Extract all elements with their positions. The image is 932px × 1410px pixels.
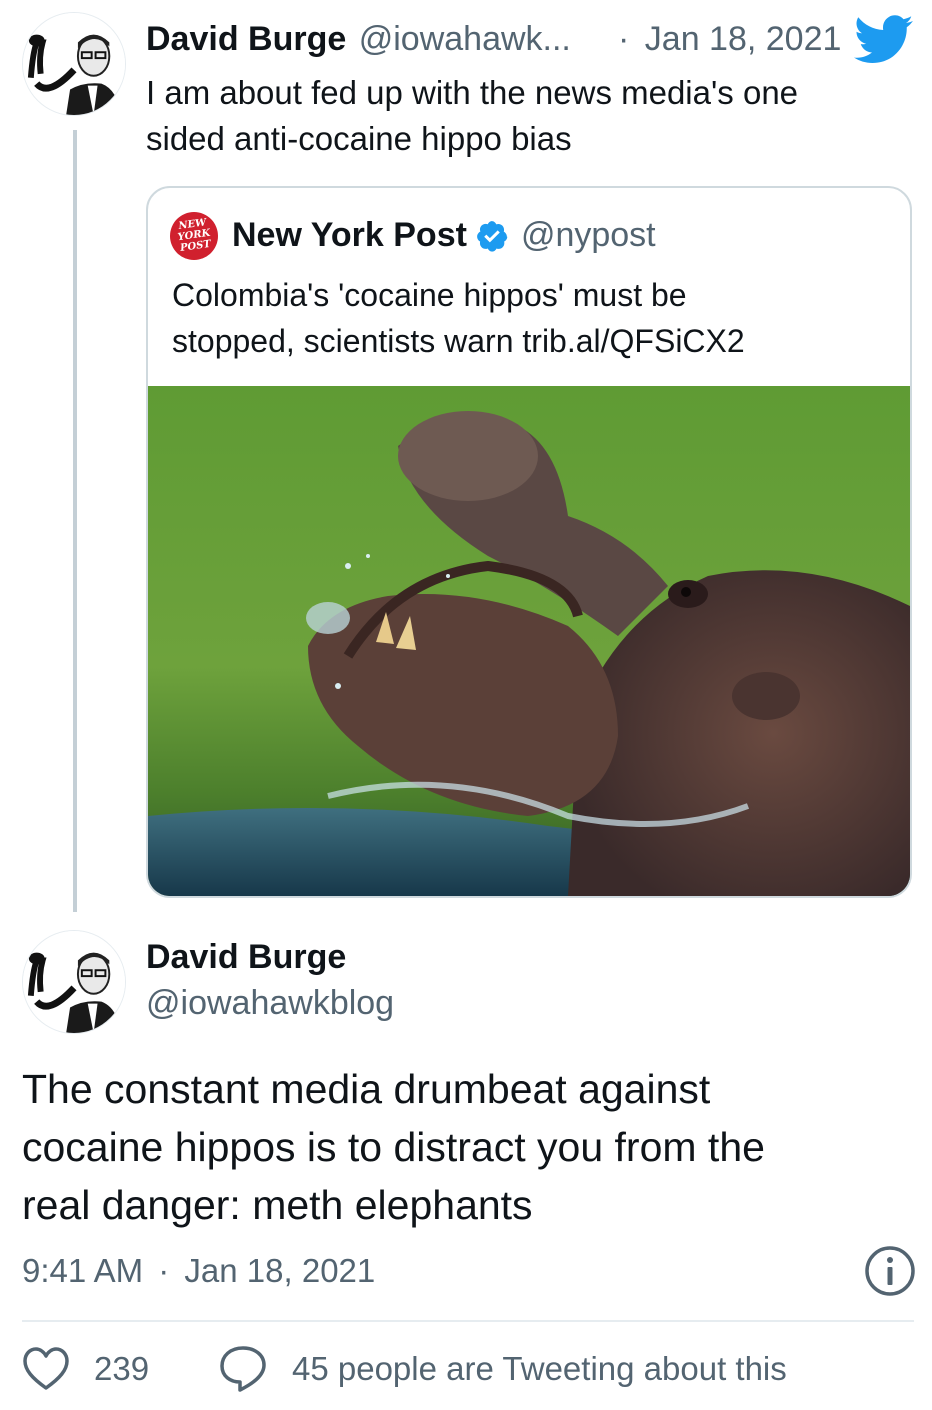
quoted-text-line[interactable]: stopped, scientists warn trib.al/QFSiCX2 bbox=[172, 318, 892, 364]
main-tweet-timestamp[interactable]: 9:41 AM · Jan 18, 2021 bbox=[22, 1252, 375, 1290]
avatar-david-burge[interactable] bbox=[22, 12, 126, 116]
quoted-author-name[interactable]: New York Post bbox=[232, 216, 467, 255]
tweet-text-line: I am about fed up with the news media's … bbox=[146, 74, 799, 111]
twitter-bird-icon[interactable] bbox=[854, 14, 914, 66]
tweet-time: 9:41 AM bbox=[22, 1252, 144, 1289]
tweet-text: I am about fed up with the news media's … bbox=[146, 70, 906, 162]
avatar-image bbox=[23, 13, 125, 115]
main-author-handle[interactable]: @iowahawkblog bbox=[146, 984, 394, 1023]
info-icon[interactable] bbox=[864, 1245, 916, 1297]
main-text-line: real danger: meth elephants bbox=[22, 1182, 533, 1228]
like-count[interactable]: 239 bbox=[94, 1350, 149, 1388]
divider bbox=[22, 1320, 914, 1322]
quoted-tweet-text: Colombia's 'cocaine hippos' must be stop… bbox=[172, 272, 892, 364]
main-author-name[interactable]: David Burge bbox=[146, 938, 346, 977]
thread-connector-line bbox=[73, 130, 77, 912]
reply-bubble-icon[interactable] bbox=[218, 1344, 268, 1394]
main-text-line: The constant media drumbeat against bbox=[22, 1066, 711, 1112]
heart-icon[interactable] bbox=[22, 1346, 70, 1392]
avatar-image bbox=[23, 931, 125, 1033]
tweeting-about-link[interactable]: 45 people are Tweeting about this bbox=[292, 1350, 787, 1388]
meta-separator: · bbox=[158, 1252, 170, 1289]
tweet-date[interactable]: · Jan 18, 2021 bbox=[618, 20, 841, 59]
tweet-date: Jan 18, 2021 bbox=[184, 1252, 376, 1289]
quoted-tweet-header: New York Post @nypost bbox=[232, 216, 656, 255]
tweet-text-line: sided anti-cocaine hippo bias bbox=[146, 120, 572, 157]
avatar-david-burge[interactable] bbox=[22, 930, 126, 1034]
author-handle[interactable]: @iowahawk... bbox=[359, 20, 571, 58]
main-text-line: cocaine hippos is to distract you from t… bbox=[22, 1124, 765, 1170]
tweet-header: David Burge @iowahawk... bbox=[146, 20, 571, 59]
main-tweet-text: The constant media drumbeat against coca… bbox=[22, 1060, 912, 1234]
quoted-text-line: Colombia's 'cocaine hippos' must be bbox=[172, 277, 687, 313]
hippo-photo[interactable] bbox=[148, 386, 910, 896]
nypost-logo-avatar[interactable]: NEW YORK POST bbox=[170, 212, 218, 260]
author-name[interactable]: David Burge bbox=[146, 20, 346, 58]
quoted-tweet-card[interactable]: NEW YORK POST New York Post @nypost Colo… bbox=[146, 186, 912, 898]
date-text: Jan 18, 2021 bbox=[644, 20, 842, 58]
quoted-author-handle[interactable]: @nypost bbox=[521, 216, 656, 255]
verified-badge-icon bbox=[475, 219, 509, 253]
date-separator: · bbox=[618, 20, 630, 58]
